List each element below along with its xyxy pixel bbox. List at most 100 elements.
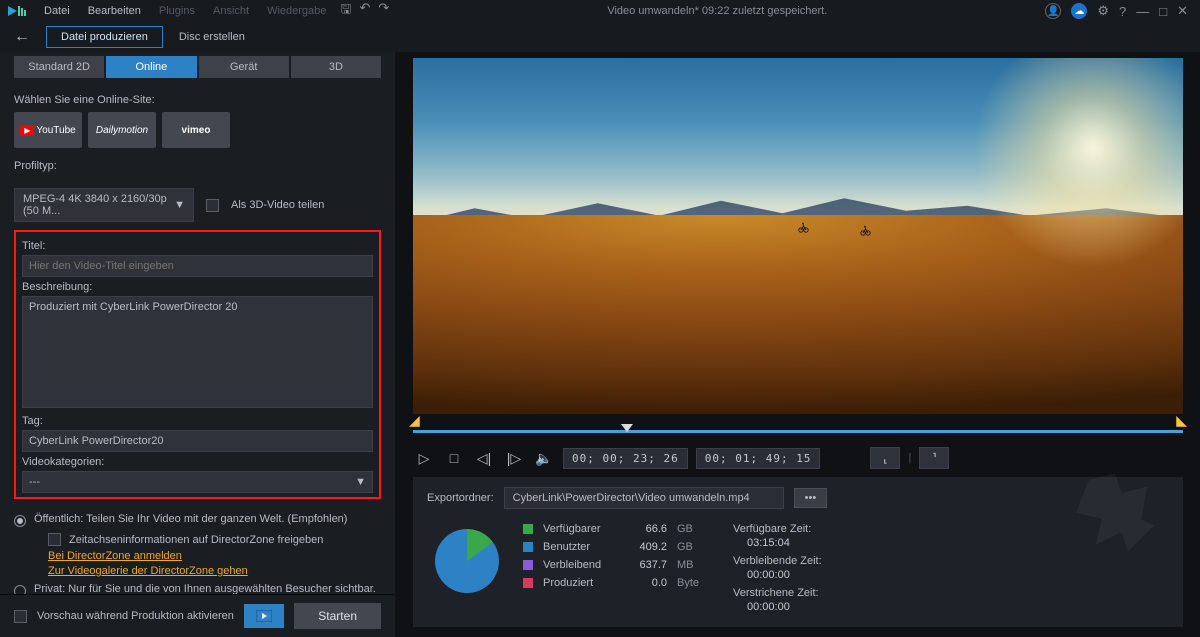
next-frame-icon[interactable]: |▷ — [503, 447, 525, 469]
legend-row: Benutzter409.2GB — [523, 541, 699, 553]
disk-legend: Verfügbarer66.6GBBenutzter409.2GBVerblei… — [523, 523, 699, 617]
out-point-marker-icon[interactable]: ◣ — [1176, 412, 1187, 429]
cyclist-icon — [860, 225, 871, 236]
tab-3d[interactable]: 3D — [291, 56, 381, 78]
timecode-current[interactable]: 00; 00; 23; 26 — [563, 448, 688, 469]
timeline[interactable]: ◢ ◣ — [413, 414, 1183, 439]
doc-title-text: Video umwandeln* — [607, 5, 699, 17]
share-3d-label: Als 3D-Video teilen — [231, 199, 324, 211]
site-youtube[interactable]: ▶ YouTube — [14, 112, 82, 148]
privacy-public-radio[interactable] — [14, 515, 26, 527]
youtube-label: YouTube — [36, 125, 75, 136]
mark-in-button[interactable]: ⸤ — [870, 447, 900, 469]
site-label: Wählen Sie eine Online-Site: — [14, 94, 381, 106]
stop-icon[interactable]: □ — [443, 447, 465, 469]
legend-swatch-icon — [523, 578, 533, 588]
tab-device[interactable]: Gerät — [199, 56, 289, 78]
save-icon[interactable]: 🖫 — [340, 0, 351, 22]
vimeo-label: vimeo — [182, 125, 211, 136]
elapsed-time-value: 00:00:00 — [747, 601, 822, 613]
legend-row: Verbleibend637.7MB — [523, 559, 699, 571]
close-icon[interactable]: ✕ — [1177, 3, 1188, 19]
mark-out-button[interactable]: ⸣ — [919, 447, 949, 469]
dz-signin-link[interactable]: Bei DirectorZone anmelden — [48, 550, 381, 562]
avail-time-label: Verfügbare Zeit: — [733, 523, 822, 535]
description-input[interactable] — [22, 296, 373, 408]
browse-folder-button[interactable]: ••• — [794, 488, 828, 508]
menu-view[interactable]: Ansicht — [205, 2, 257, 20]
title-input[interactable] — [22, 255, 373, 277]
category-dropdown[interactable]: --- ▼ — [22, 471, 373, 493]
profile-label: Profiltyp: — [14, 160, 381, 172]
privacy-private-label: Privat: Nur für Sie und die von Ihnen au… — [34, 583, 376, 594]
legend-label: Benutzter — [543, 541, 613, 553]
legend-unit: MB — [677, 559, 699, 571]
menu-plugins[interactable]: Plugins — [151, 2, 203, 20]
disk-usage-pie — [435, 529, 499, 593]
action-bar: ← Datei produzieren Disc erstellen — [0, 22, 1200, 52]
legend-swatch-icon — [523, 560, 533, 570]
document-title: Video umwandeln* 09:22 zuletzt gespeiche… — [391, 5, 1043, 17]
produce-file-button[interactable]: Datei produzieren — [46, 26, 163, 48]
dailymotion-label: Dailymotion — [96, 125, 148, 136]
cyclist-icon — [798, 222, 809, 233]
privacy-private-radio[interactable] — [14, 585, 26, 594]
share-3d-checkbox[interactable] — [206, 199, 219, 212]
legend-label: Produziert — [543, 577, 613, 589]
legend-row: Verfügbarer66.6GB — [523, 523, 699, 535]
legend-value: 0.0 — [623, 577, 667, 589]
export-folder-label: Exportordner: — [427, 492, 494, 504]
privacy-public-label: Öffentlich: Teilen Sie Ihr Video mit der… — [34, 513, 347, 525]
export-path: CyberLink\PowerDirector\Video umwandeln.… — [504, 487, 784, 509]
category-label: Videokategorien: — [22, 456, 373, 468]
cloud-icon[interactable]: ☁ — [1071, 3, 1087, 19]
time-stats: Verfügbare Zeit: 03:15:04 Verbleibende Z… — [733, 523, 822, 617]
menubar: Datei Bearbeiten Plugins Ansicht Wiederg… — [0, 0, 1200, 22]
share-timeline-label: Zeitachseninformationen auf DirectorZone… — [69, 534, 323, 546]
profile-dropdown[interactable]: MPEG-4 4K 3840 x 2160/30p (50 M... ▼ — [14, 188, 194, 222]
tag-input[interactable] — [22, 430, 373, 452]
legend-unit: Byte — [677, 577, 699, 589]
maximize-icon[interactable]: □ — [1159, 4, 1167, 19]
tab-standard-2d[interactable]: Standard 2D — [14, 56, 104, 78]
minimize-icon[interactable]: — — [1136, 4, 1149, 19]
youtube-play-icon: ▶ — [20, 125, 34, 136]
preview-play-icon[interactable] — [244, 604, 284, 628]
legend-value: 66.6 — [623, 523, 667, 535]
start-button[interactable]: Starten — [294, 603, 381, 629]
elapsed-time-label: Verstrichene Zeit: — [733, 587, 822, 599]
legend-swatch-icon — [523, 542, 533, 552]
legend-label: Verbleibend — [543, 559, 613, 571]
prev-frame-icon[interactable]: ◁| — [473, 447, 495, 469]
settings-icon[interactable]: ⚙ — [1097, 3, 1109, 19]
menu-edit[interactable]: Bearbeiten — [80, 2, 149, 20]
profile-selected: MPEG-4 4K 3840 x 2160/30p (50 M... — [23, 193, 174, 217]
preview-during-production-checkbox[interactable] — [14, 610, 27, 623]
redo-icon[interactable]: ↷ — [378, 0, 389, 22]
menu-file[interactable]: Datei — [36, 2, 78, 20]
left-panel: Standard 2D Online Gerät 3D Wählen Sie e… — [0, 52, 395, 637]
play-icon[interactable]: ▷ — [413, 447, 435, 469]
playhead-handle[interactable] — [621, 424, 633, 432]
tab-online[interactable]: Online — [106, 56, 196, 78]
back-icon[interactable]: ← — [14, 28, 30, 46]
undo-icon[interactable]: ↶ — [359, 0, 370, 22]
site-vimeo[interactable]: vimeo — [162, 112, 230, 148]
account-icon[interactable]: 👤 — [1045, 3, 1061, 19]
dz-gallery-link[interactable]: Zur Videogalerie der DirectorZone gehen — [48, 565, 381, 577]
avail-time-value: 03:15:04 — [747, 537, 822, 549]
create-disc-link[interactable]: Disc erstellen — [179, 31, 245, 43]
legend-unit: GB — [677, 541, 699, 553]
tag-label: Tag: — [22, 415, 373, 427]
in-point-marker-icon[interactable]: ◢ — [409, 412, 420, 429]
output-tabs: Standard 2D Online Gerät 3D — [0, 52, 395, 78]
legend-unit: GB — [677, 523, 699, 535]
volume-icon[interactable]: 🔈 — [533, 447, 555, 469]
legend-row: Produziert 0.0 Byte — [523, 577, 699, 589]
chevron-down-icon: ▼ — [174, 199, 185, 211]
category-value: --- — [29, 476, 40, 488]
menu-playback[interactable]: Wiedergabe — [259, 2, 334, 20]
site-dailymotion[interactable]: Dailymotion — [88, 112, 156, 148]
share-timeline-checkbox[interactable] — [48, 533, 61, 546]
help-icon[interactable]: ? — [1119, 4, 1126, 19]
